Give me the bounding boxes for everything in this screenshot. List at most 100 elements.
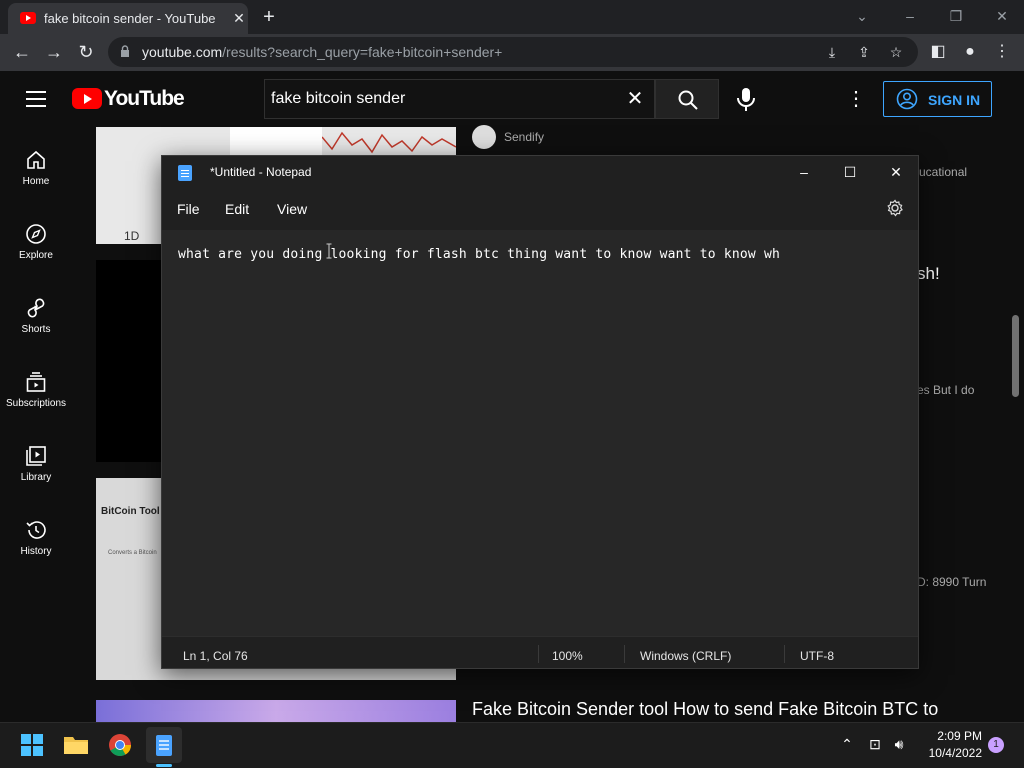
notepad-close-icon[interactable]: ✕: [876, 160, 916, 184]
account-circle-icon: [896, 88, 918, 110]
sidebar-item-explore[interactable]: Explore: [0, 222, 72, 292]
clear-search-icon[interactable]: ✕: [624, 88, 646, 110]
sidebar-item-shorts[interactable]: Shorts: [0, 296, 72, 366]
sidebar-item-history[interactable]: History: [0, 518, 72, 588]
sidebar-item-label: Subscriptions: [5, 398, 67, 409]
notepad-content: what are you doing looking for flash btc…: [178, 247, 780, 262]
active-app-indicator: [156, 764, 172, 767]
sidebar-item-label: Home: [22, 176, 50, 187]
subscriptions-icon: [26, 372, 46, 392]
sidebar-item-label: Shorts: [21, 324, 51, 335]
url-host: youtube.com: [142, 44, 223, 60]
sign-in-button[interactable]: SIGN IN: [883, 81, 992, 117]
menu-file[interactable]: File: [177, 201, 200, 217]
channel-name[interactable]: Sendify: [504, 130, 544, 144]
library-icon: [26, 446, 46, 466]
chrome-menu-icon[interactable]: ⋮: [990, 40, 1014, 64]
notepad-icon: [156, 735, 172, 756]
folder-icon: [64, 737, 88, 754]
thumbnail-line: Converts a Bitcoin: [108, 550, 157, 556]
sidebar-item-home[interactable]: Home: [0, 148, 72, 218]
status-divider: [538, 645, 539, 663]
search-button[interactable]: [655, 79, 719, 119]
url-text: youtube.com/results?search_query=fake+bi…: [142, 44, 502, 60]
clock-date[interactable]: 10/4/2022: [910, 746, 982, 760]
file-explorer-button[interactable]: [58, 727, 94, 763]
status-line-ending: Windows (CRLF): [640, 649, 732, 663]
thumbnail-label: 1D: [124, 229, 140, 243]
search-input[interactable]: fake bitcoin sender ✕: [264, 79, 655, 119]
chart-thumbnail-inset: [230, 127, 322, 155]
start-button[interactable]: [14, 727, 50, 763]
sidebar-item-subscriptions[interactable]: Subscriptions: [0, 370, 72, 440]
result-thumbnail-4[interactable]: [96, 700, 456, 722]
notepad-title: *Untitled - Notepad: [210, 165, 312, 179]
menu-edit[interactable]: Edit: [225, 201, 249, 217]
compass-icon: [26, 224, 46, 244]
text-cursor-ibeam-icon: [326, 243, 332, 259]
status-divider: [624, 645, 625, 663]
youtube-header: YouTube fake bitcoin sender ✕ ⋮ SIGN IN: [0, 71, 1024, 127]
notepad-maximize-icon[interactable]: ☐: [830, 160, 870, 184]
tab-close-icon[interactable]: ✕: [230, 9, 248, 27]
hamburger-menu-icon[interactable]: [26, 91, 46, 107]
page-scrollbar[interactable]: [1012, 315, 1019, 397]
back-arrow-icon[interactable]: ←: [10, 40, 34, 64]
restore-icon[interactable]: ❐: [942, 4, 970, 28]
network-icon[interactable]: ⊡: [866, 735, 884, 753]
notepad-titlebar[interactable]: *Untitled - Notepad – ☐ ✕: [162, 156, 918, 188]
sidebar-item-library[interactable]: Library: [0, 444, 72, 514]
close-window-icon[interactable]: ✕: [988, 4, 1016, 28]
install-app-icon[interactable]: ⤓: [822, 42, 842, 62]
chrome-taskbar-button[interactable]: [102, 727, 138, 763]
browser-tab[interactable]: fake bitcoin sender - YouTube ✕: [8, 3, 248, 34]
share-icon[interactable]: ⇪: [854, 42, 874, 62]
home-icon: [27, 150, 45, 169]
price-chart-graphic: [322, 131, 456, 154]
channel-avatar[interactable]: [472, 125, 496, 149]
settings-gear-icon[interactable]: [886, 199, 904, 217]
tab-search-chevron-icon[interactable]: ⌄: [848, 4, 876, 28]
shorts-icon: [27, 298, 45, 318]
clock-time[interactable]: 2:09 PM: [922, 729, 982, 743]
result-text-fragment: ucational: [919, 165, 968, 179]
notepad-window: *Untitled - Notepad – ☐ ✕ File Edit View…: [161, 155, 919, 669]
notification-badge[interactable]: 1: [988, 737, 1004, 753]
address-bar[interactable]: youtube.com/results?search_query=fake+bi…: [108, 37, 918, 67]
bookmark-star-icon[interactable]: ☆: [886, 42, 906, 62]
minimize-icon[interactable]: –: [896, 4, 924, 28]
sign-in-label: SIGN IN: [928, 92, 981, 108]
notepad-minimize-icon[interactable]: –: [784, 160, 824, 184]
side-panel-icon[interactable]: ◧: [926, 40, 950, 64]
profile-icon[interactable]: ●: [958, 40, 982, 64]
forward-arrow-icon[interactable]: →: [42, 40, 66, 64]
lock-icon: [121, 45, 129, 57]
status-encoding: UTF-8: [800, 649, 834, 663]
thumbnail-title: BitCoin Tool: [101, 506, 160, 517]
notepad-menubar: File Edit View: [162, 188, 918, 230]
settings-more-icon[interactable]: ⋮: [846, 87, 866, 111]
microphone-icon[interactable]: [734, 85, 758, 113]
sidebar-item-label: History: [20, 546, 52, 557]
status-zoom: 100%: [552, 649, 583, 663]
youtube-favicon-icon: [20, 12, 36, 24]
status-divider: [784, 645, 785, 663]
notepad-taskbar-button[interactable]: [146, 727, 182, 767]
status-cursor-position: Ln 1, Col 76: [183, 649, 248, 663]
tab-title: fake bitcoin sender - YouTube: [44, 11, 216, 26]
volume-icon[interactable]: 🔊︎: [890, 735, 908, 753]
chrome-icon: [109, 734, 131, 756]
new-tab-icon[interactable]: +: [258, 6, 280, 28]
result-text-fragment: es But I do: [917, 383, 975, 397]
show-hidden-icons-chevron-icon[interactable]: ⌃: [838, 735, 856, 753]
result-title[interactable]: Fake Bitcoin Sender tool How to send Fak…: [472, 699, 938, 720]
youtube-play-logo-icon: [72, 88, 102, 109]
notepad-text-area[interactable]: what are you doing looking for flash btc…: [162, 230, 918, 636]
search-input-value: fake bitcoin sender: [271, 90, 406, 107]
windows-start-icon: [21, 734, 43, 756]
menu-view[interactable]: View: [277, 201, 307, 217]
windows-taskbar: ⌃ ⊡ 🔊︎ 2:09 PM 10/4/2022 1: [0, 722, 1024, 768]
browser-toolbar: ← → ↻ youtube.com/results?search_query=f…: [0, 34, 1024, 71]
reload-icon[interactable]: ↻: [74, 40, 98, 64]
url-path: /results?search_query=fake+bitcoin+sende…: [222, 44, 503, 60]
